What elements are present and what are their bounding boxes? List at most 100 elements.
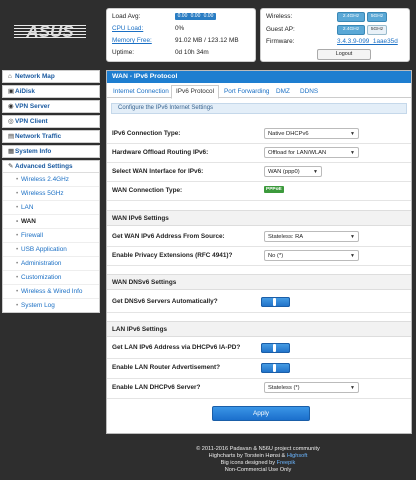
memory-free-link[interactable]: Memory Free:	[112, 36, 152, 45]
sidebar-sub-wireless-5[interactable]: • Wireless 5GHz	[3, 187, 99, 201]
sidebar-item-label: Network Traffic	[15, 133, 62, 140]
sidebar-item-vpn-client[interactable]: ◎VPN Client	[2, 115, 100, 128]
tab-ddns[interactable]: DDNS	[296, 86, 322, 97]
firmware-label: Firmware:	[266, 38, 295, 45]
guest-ap-label: Guest AP:	[266, 26, 295, 33]
vpn-client-icon: ◎	[8, 118, 14, 125]
chevron-down-icon: ▼	[350, 385, 355, 391]
get-wan-address-row: Get WAN IPv6 Address From Source: Statel…	[107, 228, 411, 247]
advanced-settings-group: ✎ Advanced Settings • Wireless 2.4GHz • Wir…	[2, 160, 100, 313]
chevron-down-icon: ▼	[313, 169, 318, 175]
wan-connection-type-row: WAN Connection Type: PPPoE	[107, 182, 411, 201]
sidebar-sub-label: System Log	[21, 302, 55, 309]
sidebar-sub-label: Firewall	[21, 232, 44, 239]
wan-interface-select[interactable]: WAN (ppp0) ▼	[264, 166, 322, 177]
lan-ra-toggle[interactable]	[261, 363, 290, 373]
guest-24ghz-toggle[interactable]: 2.4GHz	[337, 25, 365, 35]
chevron-down-icon: ▼	[350, 234, 355, 240]
wan-ipv6-section-header: WAN IPv6 Settings	[107, 210, 411, 226]
sidebar: ⌂ Network Map ▣AiDisk ◉VPN Server ◎VPN Cl…	[2, 70, 100, 313]
vpn-server-icon: ◉	[8, 103, 14, 110]
sidebar-sub-customization[interactable]: • Customization	[3, 271, 99, 285]
logout-button[interactable]: Logout	[317, 49, 371, 60]
select-value: Offload for LAN/WLAN	[268, 150, 327, 156]
sidebar-item-label: VPN Server	[15, 103, 50, 110]
toggle-knob	[273, 344, 276, 352]
sidebar-sub-wan[interactable]: • WAN	[3, 215, 99, 229]
main-panel: WAN - IPv6 Protocol Internet Connection …	[106, 70, 412, 434]
footer-icons-text: Big icons designed by	[220, 460, 276, 466]
tab-port-forwarding[interactable]: Port Forwarding	[220, 86, 273, 97]
sidebar-sub-system-log[interactable]: • System Log	[3, 299, 99, 312]
disk-icon: ▣	[8, 88, 15, 95]
get-wan-address-select[interactable]: Stateless: RA ▼	[264, 231, 359, 242]
sidebar-sub-wireless-24[interactable]: • Wireless 2.4GHz	[3, 173, 99, 187]
asus-logo: ASUS	[14, 22, 86, 42]
chevron-down-icon: ▼	[350, 131, 355, 137]
firmware-version-link[interactable]: 3.4.3.9-099_1aae35d	[337, 37, 398, 46]
footer: © 2011-2016 Padavan & N56U project commu…	[106, 446, 410, 474]
lan-dhcp-pd-toggle[interactable]	[261, 343, 290, 353]
sidebar-item-network-map[interactable]: ⌂ Network Map	[2, 70, 100, 83]
sidebar-item-network-traffic[interactable]: ▤Network Traffic	[2, 130, 100, 143]
lan-dhcpv6-label: Enable LAN DHCPv6 Server?	[112, 384, 201, 391]
sidebar-sub-lan[interactable]: • LAN	[3, 201, 99, 215]
memory-row: Memory Free:	[112, 36, 152, 45]
freepik-link[interactable]: Freepik	[277, 460, 296, 466]
wan-connection-type-label: WAN Connection Type:	[112, 187, 183, 194]
uptime-value: 0d 10h 34m	[175, 49, 209, 56]
cpu-load-link[interactable]: CPU Load:	[112, 24, 143, 33]
dns-auto-toggle[interactable]	[261, 297, 290, 307]
chevron-down-icon: ▼	[350, 150, 355, 156]
uptime-row: Uptime:	[112, 48, 134, 57]
wireless-label: Wireless:	[266, 13, 293, 20]
sidebar-item-aidisk[interactable]: ▣AiDisk	[2, 85, 100, 98]
select-value: Stateless: RA	[268, 234, 304, 240]
privacy-extensions-row: Enable Privacy Extensions (RFC 4941)? No…	[107, 247, 411, 266]
hw-offload-select[interactable]: Offload for LAN/WLAN ▼	[264, 147, 359, 158]
dns-auto-label: Get DNSv6 Servers Automatically?	[112, 298, 218, 305]
load-avg-15: 0.00	[201, 13, 216, 20]
apply-button[interactable]: Apply	[212, 406, 310, 421]
tab-dmz[interactable]: DMZ	[272, 86, 294, 97]
sidebar-sub-administration[interactable]: • Administration	[3, 257, 99, 271]
wireless-24ghz-toggle[interactable]: 2.4GHz	[337, 12, 365, 22]
pppoe-badge: PPPoE	[264, 186, 284, 193]
chevron-down-icon: ▼	[350, 253, 355, 259]
sidebar-sub-label: LAN	[21, 204, 34, 211]
sidebar-sub-label: Wireless 2.4GHz	[21, 176, 69, 183]
ipv6-connection-type-select[interactable]: Native DHCPv6 ▼	[264, 128, 359, 139]
toggle-knob	[273, 298, 276, 306]
home-icon: ⌂	[8, 73, 12, 80]
lan-dhcpv6-row: Enable LAN DHCPv6 Server? Stateless (*) ▼	[107, 379, 411, 399]
highsoft-link[interactable]: Highsoft	[287, 453, 308, 459]
page-title: WAN - IPv6 Protocol	[107, 71, 411, 83]
sidebar-item-advanced-settings[interactable]: ✎ Advanced Settings	[3, 161, 99, 173]
toggle-knob	[273, 364, 276, 372]
sidebar-sub-label: Wireless & Wired Info	[21, 288, 83, 295]
lan-dhcp-pd-label: Get LAN IPv6 Address via DHCPv6 IA-PD?	[112, 344, 241, 351]
load-avg-row: Load Avg:	[112, 12, 140, 21]
wan-interface-row: Select WAN Interface for IPv6: WAN (ppp0…	[107, 163, 411, 182]
tab-ipv6-protocol[interactable]: IPv6 Protocol	[171, 85, 220, 99]
guest-5ghz-toggle[interactable]: 5GHz	[367, 25, 387, 35]
sidebar-item-vpn-server[interactable]: ◉VPN Server	[2, 100, 100, 113]
tab-internet-connection[interactable]: Internet Connection	[109, 86, 173, 97]
ipv6-connection-type-row: IPv6 Connection Type: Native DHCPv6 ▼	[107, 125, 411, 144]
footer-highcharts-text: Highcharts by Torstein Hønsi &	[208, 453, 286, 459]
privacy-extensions-select[interactable]: No (*) ▼	[264, 250, 359, 261]
sidebar-sub-usb[interactable]: • USB Application	[3, 243, 99, 257]
dns-auto-row: Get DNSv6 Servers Automatically?	[107, 292, 411, 313]
sidebar-sub-label: Wireless 5GHz	[21, 190, 64, 197]
sidebar-item-system-info[interactable]: ▦System Info	[2, 145, 100, 158]
wireless-5ghz-toggle[interactable]: 5GHz	[367, 12, 387, 22]
select-value: No (*)	[268, 253, 284, 259]
hw-offload-row: Hardware Offload Routing IPv6: Offload f…	[107, 144, 411, 163]
sidebar-sub-firewall[interactable]: • Firewall	[3, 229, 99, 243]
hw-offload-label: Hardware Offload Routing IPv6:	[112, 149, 209, 156]
footer-license: Non-Commercial Use Only	[224, 467, 292, 473]
lan-dhcpv6-select[interactable]: Stateless (*) ▼	[264, 382, 359, 393]
lan-dhcp-pd-row: Get LAN IPv6 Address via DHCPv6 IA-PD?	[107, 339, 411, 359]
sidebar-sub-wireless-wired-info[interactable]: • Wireless & Wired Info	[3, 285, 99, 299]
privacy-extensions-label: Enable Privacy Extensions (RFC 4941)?	[112, 252, 233, 259]
